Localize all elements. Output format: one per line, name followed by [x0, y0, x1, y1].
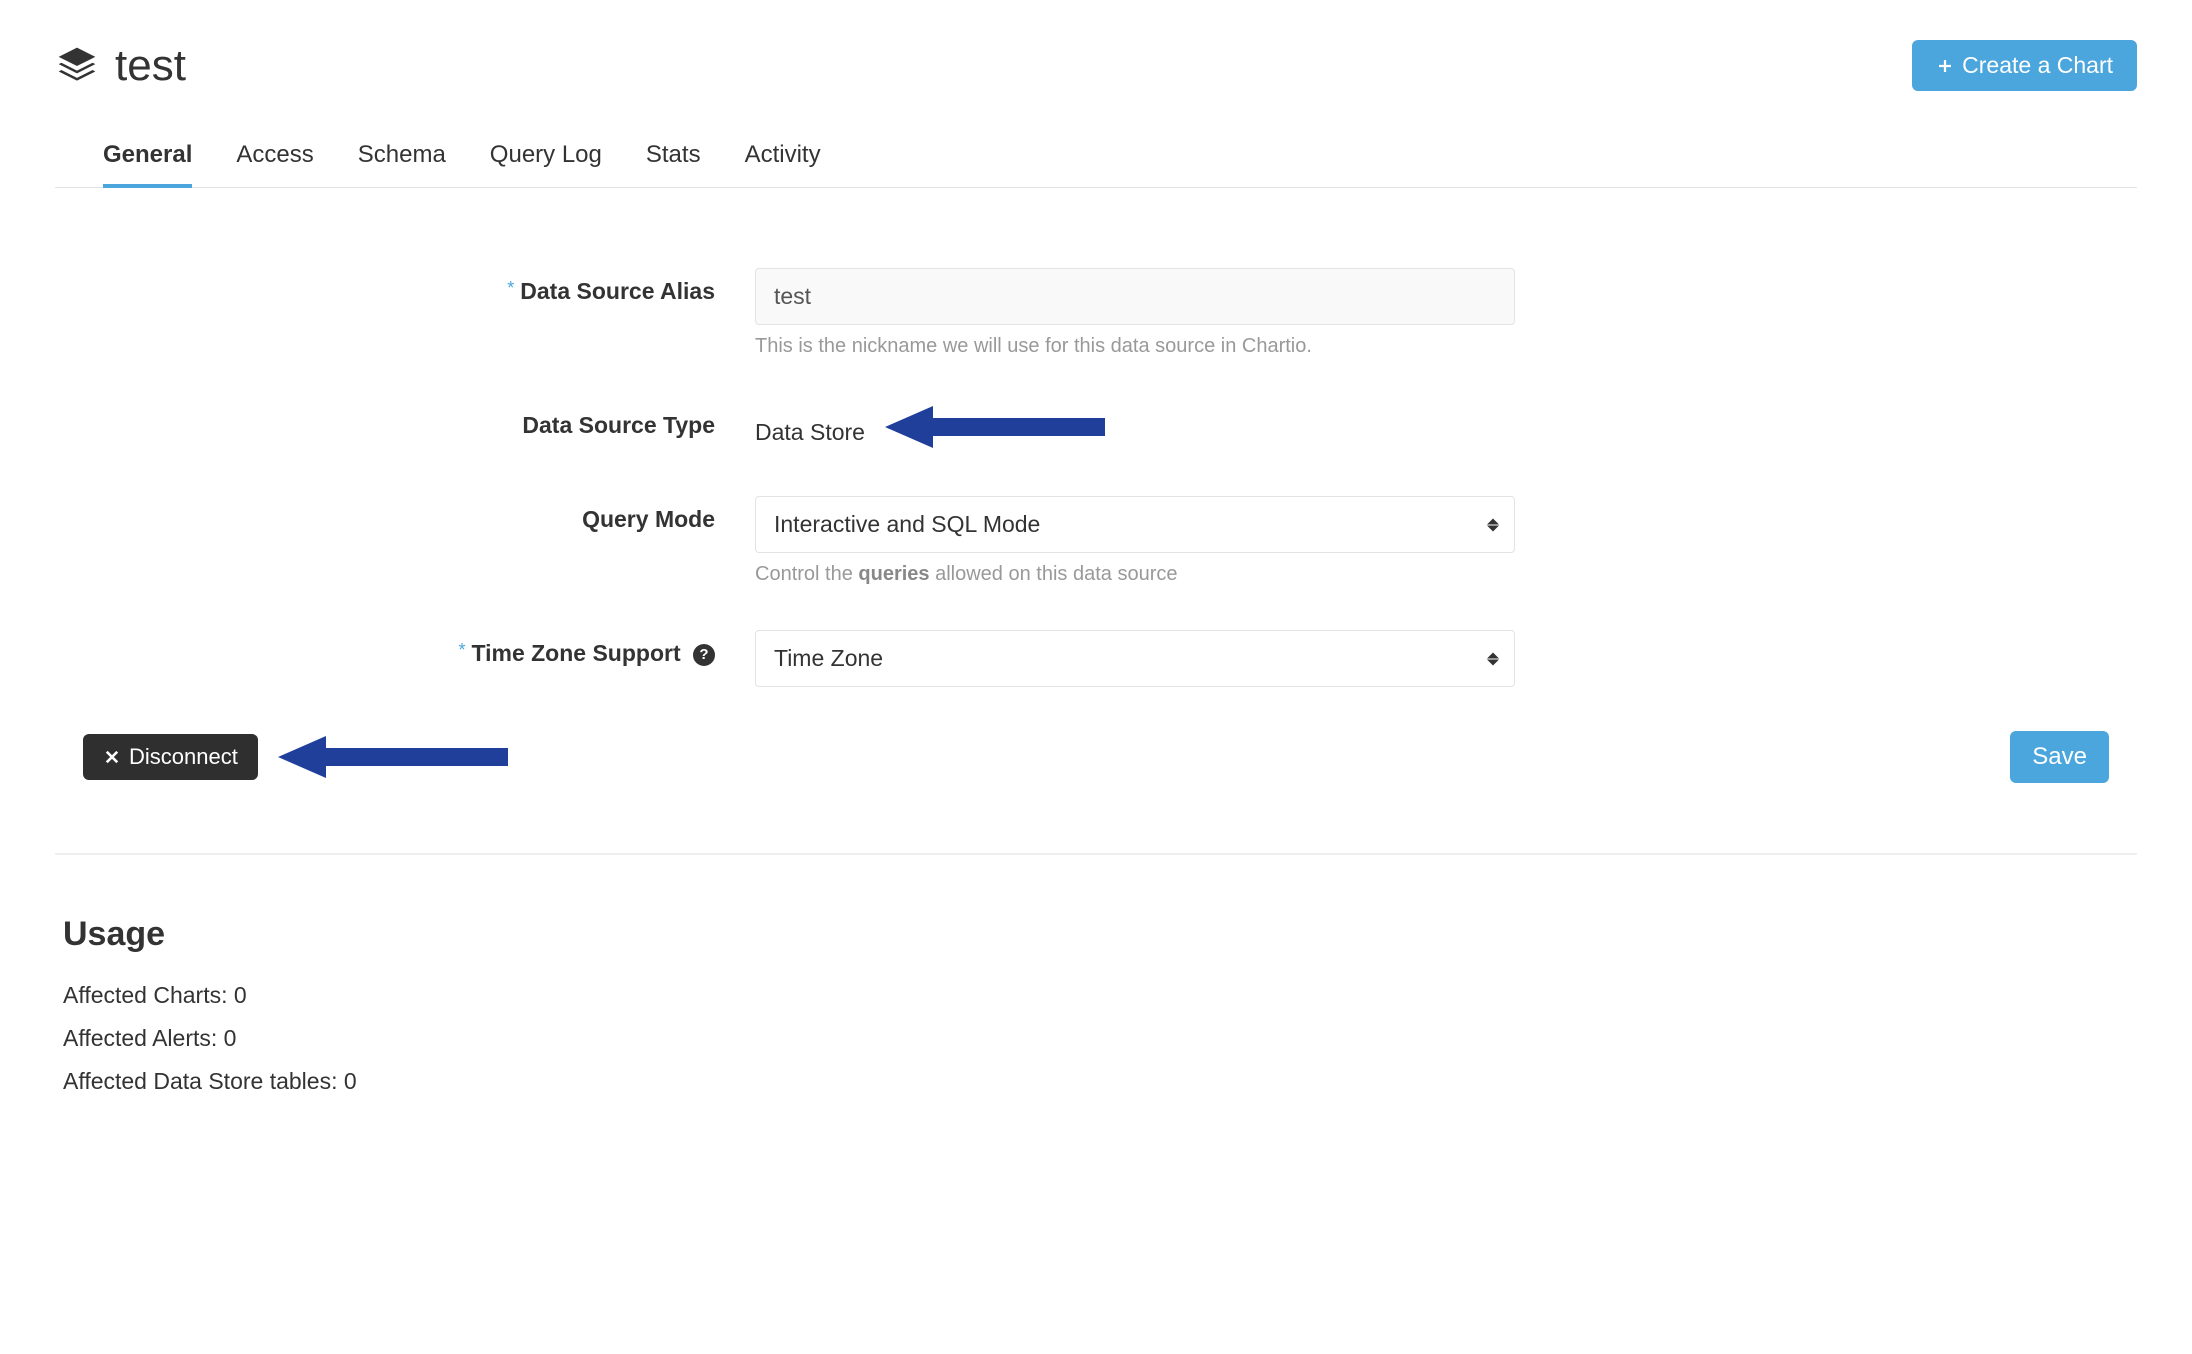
save-button[interactable]: Save	[2010, 731, 2109, 783]
arrow-left-icon	[278, 732, 508, 782]
tab-activity[interactable]: Activity	[745, 141, 821, 187]
create-chart-label: Create a Chart	[1962, 54, 2113, 77]
row-query-mode: Query Mode Interactive and SQL Mode Cont…	[55, 496, 2137, 586]
label-query-mode: Query Mode	[55, 496, 755, 533]
alias-helper: This is the nickname we will use for thi…	[755, 335, 1515, 358]
usage-title: Usage	[63, 915, 2137, 954]
usage-charts: Affected Charts: 0	[63, 982, 2137, 1009]
tab-stats[interactable]: Stats	[646, 141, 701, 187]
timezone-select[interactable]: Time Zone	[755, 630, 1515, 687]
page-title: test	[115, 41, 186, 91]
header: test Create a Chart	[55, 40, 2137, 91]
arrow-left-icon	[885, 402, 1105, 452]
type-value: Data Store	[755, 409, 865, 446]
label-type: Data Source Type	[55, 402, 755, 439]
row-type: Data Source Type Data Store	[55, 402, 2137, 452]
alias-input[interactable]	[755, 268, 1515, 325]
label-timezone: *Time Zone Support ?	[55, 630, 755, 667]
help-icon[interactable]: ?	[693, 644, 715, 666]
disconnect-button[interactable]: Disconnect	[83, 734, 258, 780]
plus-icon	[1936, 57, 1954, 75]
usage-tables: Affected Data Store tables: 0	[63, 1068, 2137, 1095]
usage-alerts: Affected Alerts: 0	[63, 1025, 2137, 1052]
tabs: General Access Schema Query Log Stats Ac…	[55, 141, 2137, 188]
divider	[55, 853, 2137, 855]
usage-section: Usage Affected Charts: 0 Affected Alerts…	[55, 915, 2137, 1095]
label-alias: *Data Source Alias	[55, 268, 755, 305]
tab-query-log[interactable]: Query Log	[490, 141, 602, 187]
query-mode-select[interactable]: Interactive and SQL Mode	[755, 496, 1515, 553]
layers-icon	[55, 44, 99, 88]
tab-schema[interactable]: Schema	[358, 141, 446, 187]
close-icon	[103, 748, 121, 766]
query-mode-helper: Control the queries allowed on this data…	[755, 563, 1515, 586]
tab-general[interactable]: General	[103, 141, 192, 187]
form: *Data Source Alias This is the nickname …	[55, 268, 2137, 687]
tab-access[interactable]: Access	[236, 141, 313, 187]
action-row: Disconnect Save	[55, 731, 2137, 783]
title-group: test	[55, 41, 186, 91]
disconnect-label: Disconnect	[129, 746, 238, 768]
row-alias: *Data Source Alias This is the nickname …	[55, 268, 2137, 358]
create-chart-button[interactable]: Create a Chart	[1912, 40, 2137, 91]
row-timezone: *Time Zone Support ? Time Zone	[55, 630, 2137, 687]
